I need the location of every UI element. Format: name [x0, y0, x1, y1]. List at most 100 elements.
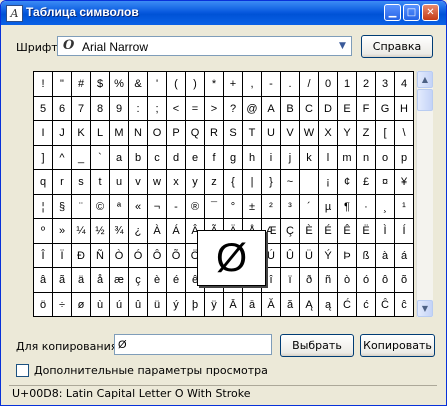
char-cell[interactable]: ù — [91, 293, 110, 317]
chevron-down-icon[interactable]: ▼ — [334, 37, 351, 55]
char-cell[interactable]: ï — [281, 268, 300, 293]
char-cell[interactable]: D — [319, 97, 338, 121]
char-cell[interactable]: H — [395, 97, 414, 121]
char-cell[interactable]: ² — [262, 195, 281, 219]
char-cell[interactable]: d — [167, 146, 186, 170]
char-cell[interactable]: x — [167, 170, 186, 195]
char-cell[interactable]: ´ — [300, 195, 319, 219]
char-cell[interactable]: | — [243, 170, 262, 195]
char-cell[interactable]: Ñ — [91, 244, 110, 268]
char-cell[interactable]: l — [319, 146, 338, 170]
char-cell[interactable]: . — [281, 72, 300, 97]
char-cell[interactable]: Þ — [338, 244, 357, 268]
char-cell[interactable]: - — [167, 195, 186, 219]
char-cell[interactable]: Ë — [357, 219, 376, 244]
char-cell[interactable]: Ó — [129, 244, 148, 268]
maximize-button[interactable]: □ — [403, 4, 420, 21]
char-cell[interactable]: Û — [281, 244, 300, 268]
title-bar[interactable]: A Таблица символов ▁ □ ✕ — [1, 1, 446, 25]
char-cell[interactable]: Ý — [319, 244, 338, 268]
char-cell[interactable]: 1 — [338, 72, 357, 97]
char-cell[interactable]: ` — [91, 146, 110, 170]
char-cell[interactable]: } — [262, 170, 281, 195]
char-cell[interactable]: Z — [357, 121, 376, 146]
char-cell[interactable]: U — [262, 121, 281, 146]
char-cell[interactable]: s — [72, 170, 91, 195]
char-cell[interactable]: B — [281, 97, 300, 121]
char-cell[interactable]: y — [186, 170, 205, 195]
char-cell[interactable]: ¢ — [338, 170, 357, 195]
char-cell[interactable]: ' — [148, 72, 167, 97]
char-cell[interactable]: S — [224, 121, 243, 146]
char-cell[interactable]: ~ — [281, 170, 300, 195]
scroll-down-button[interactable]: ▼ — [417, 300, 433, 317]
char-cell[interactable]: & — [129, 72, 148, 97]
char-cell[interactable]: ( — [167, 72, 186, 97]
char-cell[interactable]: Ć — [338, 293, 357, 317]
char-cell[interactable]: - — [262, 72, 281, 97]
char-cell[interactable]: È — [300, 219, 319, 244]
char-cell[interactable]: ß — [357, 244, 376, 268]
char-cell[interactable]: L — [91, 121, 110, 146]
char-cell[interactable]: Î — [34, 244, 53, 268]
char-cell[interactable]: Á — [167, 219, 186, 244]
char-cell[interactable]: ; — [148, 97, 167, 121]
char-cell[interactable]: 6 — [53, 97, 72, 121]
char-cell[interactable]: ÷ — [53, 293, 72, 317]
char-cell[interactable]: r — [53, 170, 72, 195]
char-cell[interactable]: Ê — [338, 219, 357, 244]
char-cell[interactable]: ¡ — [319, 170, 338, 195]
char-cell[interactable]: w — [148, 170, 167, 195]
char-cell[interactable]: Y — [338, 121, 357, 146]
char-cell[interactable]: 0 — [319, 72, 338, 97]
char-cell[interactable]: ą — [319, 293, 338, 317]
char-cell[interactable]: ä — [72, 268, 91, 293]
char-cell[interactable]: Ï — [53, 244, 72, 268]
char-cell[interactable]: ] — [34, 146, 53, 170]
char-cell[interactable]: k — [300, 146, 319, 170]
char-cell[interactable]: j — [281, 146, 300, 170]
char-cell[interactable]: * — [205, 72, 224, 97]
char-cell[interactable]: à — [376, 244, 395, 268]
char-cell[interactable]: P — [167, 121, 186, 146]
copy-input[interactable] — [114, 334, 272, 355]
char-cell[interactable]: ¶ — [338, 195, 357, 219]
char-cell[interactable]: ? — [224, 97, 243, 121]
char-cell[interactable]: $ — [91, 72, 110, 97]
char-cell[interactable]: Ò — [110, 244, 129, 268]
char-cell[interactable]: 9 — [110, 97, 129, 121]
char-cell[interactable]: Õ — [167, 244, 186, 268]
char-cell[interactable]: Ð — [72, 244, 91, 268]
char-cell[interactable]: ^ — [53, 146, 72, 170]
char-cell[interactable]: ³ — [281, 195, 300, 219]
char-cell[interactable]: á — [395, 244, 414, 268]
char-cell[interactable]: õ — [395, 268, 414, 293]
char-cell[interactable]: v — [129, 170, 148, 195]
char-cell[interactable]: ü — [148, 293, 167, 317]
char-cell[interactable]: Ą — [300, 293, 319, 317]
char-cell[interactable]: I — [34, 121, 53, 146]
char-cell[interactable]: ± — [243, 195, 262, 219]
char-cell[interactable]: [ — [376, 121, 395, 146]
grid-scrollbar[interactable]: ▲ ▼ — [416, 71, 433, 317]
char-cell[interactable]: ¾ — [110, 219, 129, 244]
char-cell[interactable]: t — [91, 170, 110, 195]
char-cell[interactable]: = — [186, 97, 205, 121]
char-cell[interactable]: § — [53, 195, 72, 219]
char-cell[interactable]: æ — [110, 268, 129, 293]
char-cell[interactable]: « — [129, 195, 148, 219]
char-cell[interactable]: 7 — [72, 97, 91, 121]
char-cell[interactable]: ã — [53, 268, 72, 293]
char-cell[interactable]: ¿ — [129, 219, 148, 244]
char-cell[interactable]: ç — [129, 268, 148, 293]
char-cell[interactable]: Ô — [148, 244, 167, 268]
char-cell[interactable]: è — [148, 268, 167, 293]
char-cell[interactable]: z — [205, 170, 224, 195]
char-cell[interactable]: X — [319, 121, 338, 146]
char-cell[interactable]: ª — [110, 195, 129, 219]
char-cell[interactable]: ¯ — [205, 195, 224, 219]
char-cell[interactable]: A — [262, 97, 281, 121]
char-cell[interactable]: u — [110, 170, 129, 195]
char-cell[interactable]: ¥ — [395, 170, 414, 195]
char-cell[interactable]: n — [357, 146, 376, 170]
